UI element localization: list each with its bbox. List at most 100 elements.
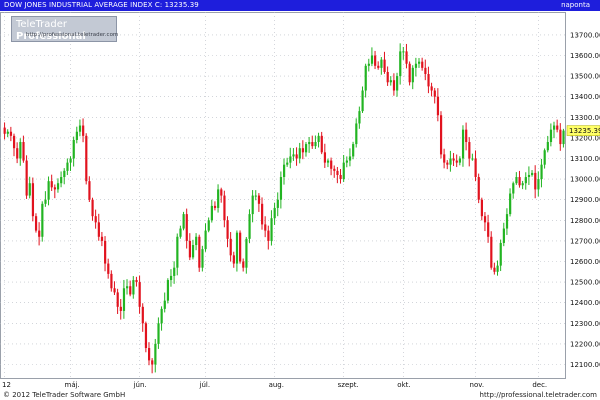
candle-body bbox=[443, 154, 446, 163]
candle-body bbox=[191, 245, 195, 258]
candle-body bbox=[411, 67, 414, 83]
candle-body bbox=[336, 170, 339, 175]
candle-body bbox=[135, 280, 138, 283]
y-tick-label: 12300.00 bbox=[570, 320, 600, 328]
candle-body bbox=[405, 51, 408, 64]
candle-body bbox=[279, 177, 283, 200]
candle-body bbox=[499, 242, 502, 266]
candle-body bbox=[63, 170, 66, 178]
candle-body bbox=[367, 63, 370, 66]
candle-body bbox=[374, 55, 377, 66]
candle-body bbox=[521, 183, 524, 186]
candle-body bbox=[122, 288, 126, 311]
candle-body bbox=[223, 195, 226, 221]
candle-body bbox=[465, 129, 468, 143]
candle-body bbox=[185, 214, 188, 241]
candle-body bbox=[44, 199, 47, 204]
candle-body bbox=[502, 228, 505, 243]
candle-body bbox=[424, 67, 427, 75]
candle-body bbox=[138, 282, 141, 307]
candle-body bbox=[66, 162, 69, 171]
candle-body bbox=[239, 232, 242, 262]
candle-body bbox=[195, 236, 198, 246]
candle-body bbox=[69, 158, 72, 163]
candle-body bbox=[163, 300, 166, 309]
candle-body bbox=[88, 181, 91, 200]
y-tick-label: 12600.00 bbox=[570, 258, 600, 266]
candle-body bbox=[210, 205, 213, 221]
candle-body bbox=[78, 125, 82, 132]
candle-body bbox=[418, 61, 421, 64]
candle-body bbox=[116, 292, 119, 307]
logo-url: http://professional.teletrader.com bbox=[26, 32, 119, 38]
candle-body bbox=[474, 158, 477, 178]
candle-body bbox=[361, 90, 364, 112]
candle-body bbox=[386, 71, 389, 83]
x-tick-label: szept. bbox=[338, 381, 359, 389]
candle-body bbox=[147, 348, 151, 361]
candle-body bbox=[540, 164, 543, 180]
candle-body bbox=[408, 63, 411, 83]
candle-body bbox=[207, 220, 210, 231]
candle-body bbox=[38, 230, 41, 237]
candle-body bbox=[173, 267, 176, 276]
candle-body bbox=[235, 232, 239, 264]
candle-body bbox=[245, 238, 248, 268]
candle-body bbox=[518, 177, 521, 186]
candle-body bbox=[505, 214, 509, 229]
candle-body bbox=[19, 142, 22, 159]
candle-body bbox=[251, 195, 254, 215]
candle-body bbox=[543, 150, 546, 165]
candle-body bbox=[348, 156, 352, 161]
candle-body bbox=[559, 129, 562, 145]
candle-body bbox=[355, 123, 358, 145]
candle-body bbox=[342, 162, 345, 180]
candle-body bbox=[549, 129, 553, 143]
candle-body bbox=[176, 236, 179, 268]
candle-body bbox=[94, 216, 97, 223]
y-tick-label: 13300.00 bbox=[570, 114, 600, 122]
candle-body bbox=[12, 135, 16, 149]
candle-body bbox=[25, 160, 28, 196]
candle-body bbox=[308, 142, 311, 145]
y-tick-label: 12200.00 bbox=[570, 340, 600, 348]
candle-body bbox=[531, 172, 534, 175]
x-tick-label: máj. bbox=[65, 381, 80, 389]
candle-body bbox=[97, 222, 100, 237]
candle-body bbox=[267, 230, 270, 241]
candle-body bbox=[333, 168, 336, 171]
x-tick-label: júl. bbox=[199, 381, 211, 389]
y-tick-label: 12400.00 bbox=[570, 299, 600, 307]
candle-body bbox=[3, 127, 6, 134]
candle-body bbox=[399, 51, 402, 77]
candle-body bbox=[427, 74, 430, 87]
candle-body bbox=[9, 131, 13, 136]
candle-body bbox=[160, 308, 163, 324]
y-tick-label: 12100.00 bbox=[570, 361, 600, 369]
candle-body bbox=[217, 189, 220, 208]
candle-body bbox=[389, 80, 392, 83]
footer: © 2012 TeleTrader Software GmbH http://p… bbox=[0, 390, 600, 400]
candle-body bbox=[286, 162, 289, 165]
candle-body bbox=[47, 181, 50, 200]
candle-body bbox=[298, 148, 301, 159]
footer-link[interactable]: http://professional.teletrader.com bbox=[480, 390, 597, 400]
candle-body bbox=[141, 306, 144, 324]
candle-body bbox=[546, 142, 549, 151]
last-price-label: 13235.39 bbox=[569, 127, 600, 135]
footer-copyright: © 2012 TeleTrader Software GmbH bbox=[3, 391, 126, 399]
candle-body bbox=[452, 158, 455, 161]
candle-body bbox=[91, 199, 94, 217]
candle-body bbox=[468, 142, 471, 159]
candle-body bbox=[100, 236, 104, 241]
candle-body bbox=[28, 183, 31, 196]
y-tick-label: 12800.00 bbox=[570, 217, 600, 225]
candle-body bbox=[380, 59, 383, 68]
candle-body bbox=[53, 187, 57, 190]
candle-body bbox=[220, 189, 223, 196]
x-tick-label: nov. bbox=[470, 381, 485, 389]
candle-body bbox=[326, 160, 330, 163]
candle-body bbox=[414, 63, 418, 68]
candle-body bbox=[317, 135, 320, 143]
candle-body bbox=[487, 222, 490, 237]
